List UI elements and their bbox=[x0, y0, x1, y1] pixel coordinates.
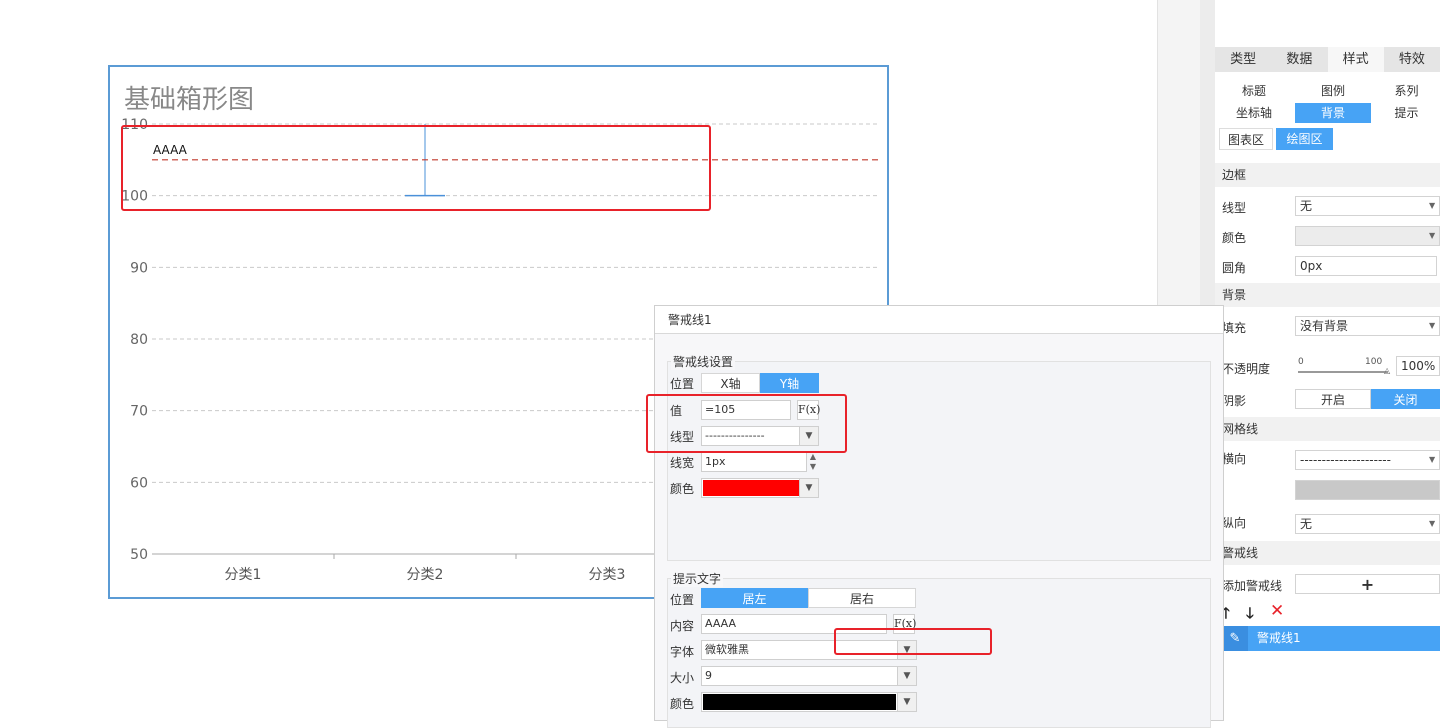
y-tick-label: 80 bbox=[130, 332, 148, 348]
align-right-button[interactable]: 居右 bbox=[808, 588, 916, 608]
corner-label: 圆角 bbox=[1222, 261, 1247, 275]
subtab-legend[interactable]: 图例 bbox=[1295, 82, 1371, 100]
chevron-down-icon: ▼ bbox=[1429, 519, 1436, 528]
content-label: 内容 bbox=[670, 619, 695, 633]
text-color-label: 颜色 bbox=[670, 697, 695, 711]
section-border[interactable]: 边框 bbox=[1215, 163, 1440, 187]
vertical-label: 纵向 bbox=[1222, 516, 1247, 530]
section-warning[interactable]: 警戒线 bbox=[1215, 541, 1440, 565]
warning-list-item[interactable]: ✎ 警戒线1 bbox=[1222, 626, 1440, 651]
opacity-label: 不透明度 bbox=[1222, 362, 1271, 376]
x-tick-label: 分类3 bbox=[589, 567, 626, 583]
font-label: 字体 bbox=[670, 645, 695, 659]
section-grid[interactable]: 网格线 bbox=[1215, 417, 1440, 441]
tab-effects[interactable]: 特效 bbox=[1384, 47, 1440, 72]
y-tick-label: 60 bbox=[130, 475, 148, 491]
border-color-select[interactable]: ▼ bbox=[1295, 226, 1440, 246]
warning-item-label: 警戒线1 bbox=[1257, 631, 1301, 645]
edit-pencil-icon[interactable]: ✎ bbox=[1222, 626, 1248, 651]
section-background[interactable]: 背景 bbox=[1215, 283, 1440, 307]
position-label: 位置 bbox=[670, 377, 695, 391]
stepper-icon[interactable]: ▲ ▼ bbox=[807, 452, 819, 472]
horizontal-grid-color[interactable] bbox=[1295, 480, 1440, 500]
add-warning-button[interactable]: + bbox=[1295, 574, 1440, 594]
chevron-down-icon: ▼ bbox=[1429, 455, 1436, 464]
subtab-series[interactable]: 系列 bbox=[1373, 82, 1440, 100]
corner-radius-input[interactable]: 0px bbox=[1295, 256, 1437, 276]
chevron-down-icon: ▼ bbox=[1429, 201, 1436, 210]
fill-select[interactable]: 没有背景 ▼ bbox=[1295, 316, 1440, 336]
chevron-down-icon: ▼ bbox=[799, 479, 818, 497]
subtab-tooltip[interactable]: 提示 bbox=[1373, 103, 1440, 123]
horizontal-grid-select[interactable]: --------------------- ▼ bbox=[1295, 450, 1440, 470]
subtab-background[interactable]: 背景 bbox=[1295, 103, 1371, 123]
size-select[interactable]: 9 ▼ bbox=[701, 666, 917, 686]
text-color-select[interactable]: ▼ bbox=[701, 692, 917, 712]
axis-x-button[interactable]: X轴 bbox=[701, 373, 760, 393]
add-warning-label: 添加警戒线 bbox=[1222, 579, 1283, 593]
highlight-box-chart bbox=[121, 125, 711, 211]
area-tab-plot[interactable]: 绘图区 bbox=[1276, 128, 1333, 150]
vertical-grid-select[interactable]: 无 ▼ bbox=[1295, 514, 1440, 534]
chevron-down-icon: ▼ bbox=[897, 667, 916, 685]
y-tick-label: 50 bbox=[130, 547, 148, 563]
chevron-down-icon: ▼ bbox=[1429, 321, 1436, 330]
border-line-type-select[interactable]: 无 ▼ bbox=[1295, 196, 1440, 216]
x-tick-label: 分类2 bbox=[407, 567, 444, 583]
chevron-down-icon: ▼ bbox=[897, 693, 916, 711]
line-color-label: 颜色 bbox=[670, 482, 695, 496]
fill-label: 填充 bbox=[1222, 321, 1247, 335]
tip-group-title: 提示文字 bbox=[671, 570, 724, 587]
opacity-slider-track[interactable] bbox=[1298, 371, 1388, 373]
settings-group-title: 警戒线设置 bbox=[671, 353, 736, 370]
x-tick-label: 分类1 bbox=[225, 567, 262, 583]
line-type-label: 线型 bbox=[1222, 201, 1247, 215]
slider-handle-icon[interactable]: △ bbox=[1384, 366, 1390, 375]
dialog-title: 警戒线1 bbox=[655, 306, 1223, 334]
move-down-icon[interactable]: 🡓 bbox=[1246, 603, 1254, 628]
highlight-box-value bbox=[646, 394, 847, 453]
highlight-box-font bbox=[834, 628, 992, 655]
align-left-button[interactable]: 居左 bbox=[701, 588, 808, 608]
line-width-label: 线宽 bbox=[670, 456, 695, 470]
chevron-down-icon: ▼ bbox=[1429, 231, 1436, 240]
subtab-axis[interactable]: 坐标轴 bbox=[1215, 103, 1293, 123]
tab-style[interactable]: 样式 bbox=[1327, 47, 1384, 72]
axis-y-button[interactable]: Y轴 bbox=[760, 373, 819, 393]
main-tabs: 类型 数据 样式 特效 bbox=[1215, 47, 1440, 72]
y-tick-label: 70 bbox=[130, 404, 148, 420]
line-color-swatch bbox=[703, 480, 799, 496]
subtab-title[interactable]: 标题 bbox=[1215, 82, 1293, 100]
shadow-off-button[interactable]: 关闭 bbox=[1371, 389, 1440, 409]
opacity-min: 0 bbox=[1298, 357, 1304, 367]
size-label: 大小 bbox=[670, 671, 695, 685]
warning-line-dialog: 警戒线1 警戒线设置 位置 X轴 Y轴 值 =105 F(x) 线型 -----… bbox=[654, 305, 1224, 728]
tab-type[interactable]: 类型 bbox=[1215, 47, 1271, 72]
opacity-input[interactable]: 100% bbox=[1396, 356, 1440, 376]
shadow-label: 阴影 bbox=[1222, 394, 1247, 408]
area-tab-chart[interactable]: 图表区 bbox=[1219, 128, 1273, 150]
delete-icon[interactable]: ✕ bbox=[1270, 601, 1284, 621]
tab-data[interactable]: 数据 bbox=[1271, 47, 1327, 72]
shadow-on-button[interactable]: 开启 bbox=[1295, 389, 1371, 409]
tip-position-label: 位置 bbox=[670, 593, 695, 607]
property-panel: 类型 数据 样式 特效 标题 图例 系列 坐标轴 背景 提示 图表区 绘图区 边… bbox=[1215, 0, 1440, 721]
horizontal-label: 横向 bbox=[1222, 452, 1247, 466]
color-label: 颜色 bbox=[1222, 231, 1247, 245]
opacity-max: 100 bbox=[1365, 357, 1383, 367]
line-width-input[interactable]: 1px bbox=[701, 452, 807, 472]
line-color-select[interactable]: ▼ bbox=[701, 478, 819, 498]
y-tick-label: 90 bbox=[130, 260, 148, 276]
text-color-swatch bbox=[703, 694, 896, 710]
